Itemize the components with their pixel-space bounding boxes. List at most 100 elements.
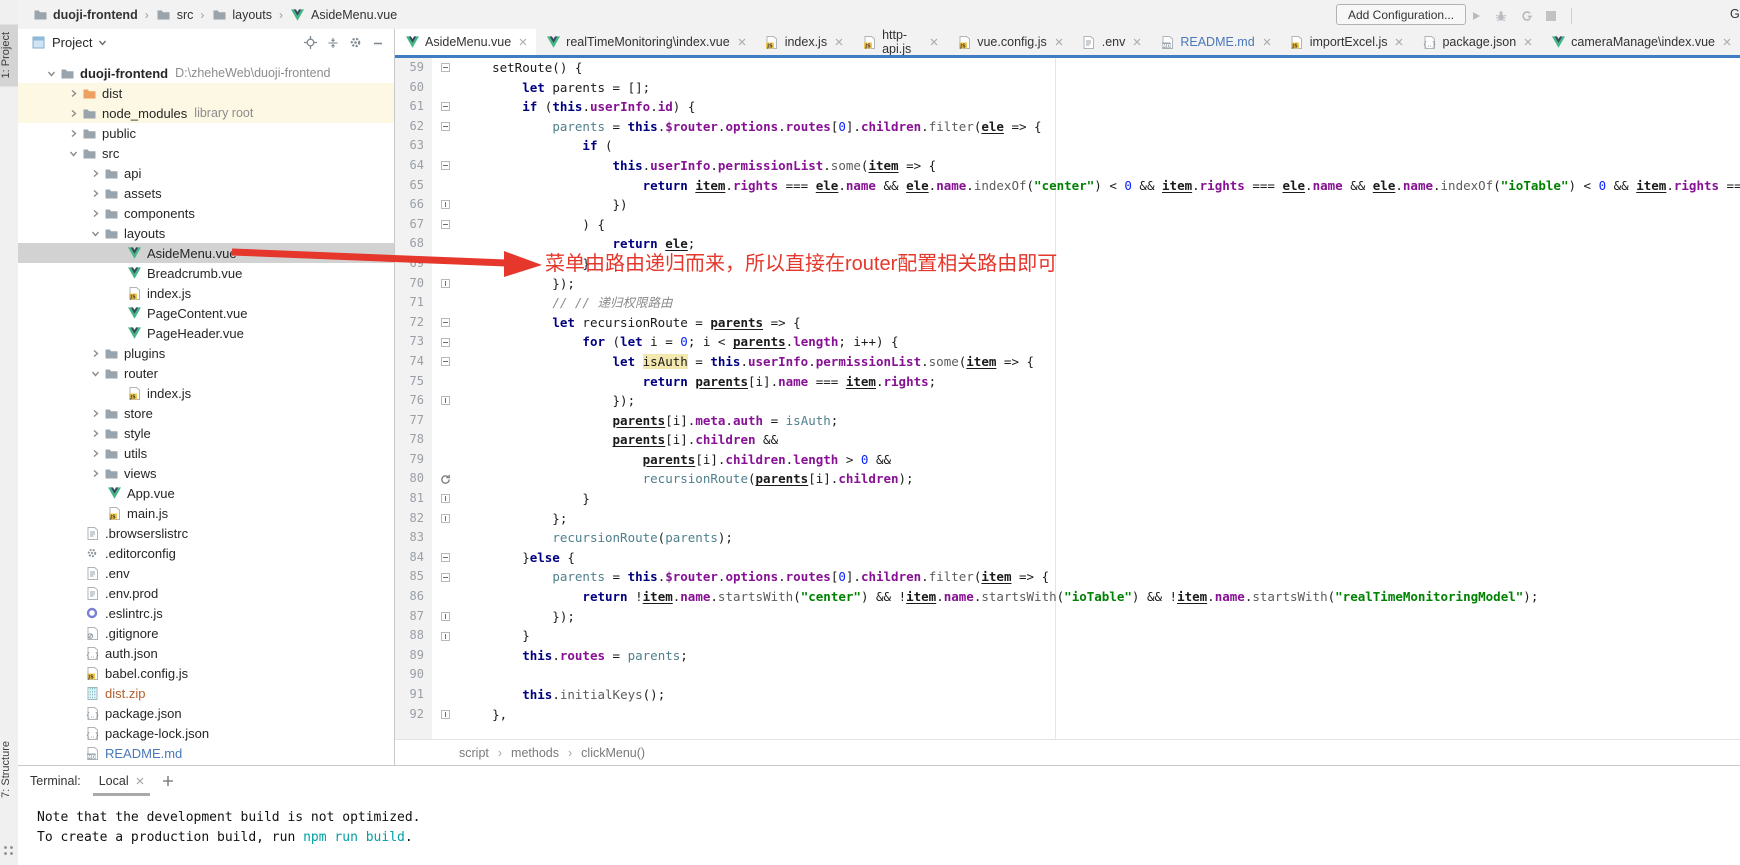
fold-end-icon[interactable] xyxy=(441,632,450,641)
tree-item[interactable]: utils xyxy=(18,443,394,463)
fold-end-icon[interactable] xyxy=(441,494,450,503)
code-line[interactable]: 81 } xyxy=(395,489,1740,509)
tree-item[interactable]: components xyxy=(18,203,394,223)
tree-item[interactable]: PageContent.vue xyxy=(18,303,394,323)
fold-marker-icon[interactable] xyxy=(441,357,450,366)
code-line[interactable]: 75 return parents[i].name === item.right… xyxy=(395,372,1740,392)
editor-tab[interactable]: MDREADME.md xyxy=(1150,29,1279,55)
gear-icon[interactable] xyxy=(347,34,364,51)
close-icon[interactable] xyxy=(835,38,843,46)
grid-icon[interactable] xyxy=(3,845,14,856)
editor-tab[interactable]: JSindex.js xyxy=(755,29,852,55)
stripe-tab-structure[interactable]: 7: Structure xyxy=(0,733,18,806)
hide-panel-icon[interactable] xyxy=(370,35,386,51)
code-line[interactable]: 87 }); xyxy=(395,607,1740,627)
chevron-down-icon[interactable] xyxy=(44,69,59,78)
code-line[interactable]: 73 for (let i = 0; i < parents.length; i… xyxy=(395,332,1740,352)
code-line[interactable]: 70 }); xyxy=(395,274,1740,294)
code-line[interactable]: 78 parents[i].children && xyxy=(395,430,1740,450)
code-line[interactable]: 61 if (this.userInfo.id) { xyxy=(395,97,1740,117)
editor-tab[interactable]: realTimeMonitoring\index.vue xyxy=(536,29,755,55)
fold-marker-icon[interactable] xyxy=(441,161,450,170)
locate-file-icon[interactable] xyxy=(302,34,319,51)
tree-item[interactable]: MDREADME.md xyxy=(18,743,394,763)
run-icon[interactable] xyxy=(1470,10,1482,22)
tree-item[interactable]: JSmain.js xyxy=(18,503,394,523)
fold-end-icon[interactable] xyxy=(441,612,450,621)
tree-item[interactable]: store xyxy=(18,403,394,423)
code-line[interactable]: 71 // // 递归权限路由 xyxy=(395,293,1740,313)
tree-item[interactable]: dist xyxy=(18,83,394,103)
chevron-down-icon[interactable] xyxy=(66,149,81,158)
code-line[interactable]: 88 } xyxy=(395,626,1740,646)
close-icon[interactable] xyxy=(1395,38,1403,46)
code-line[interactable]: 85 parents = this.$router.options.routes… xyxy=(395,567,1740,587)
fold-marker-icon[interactable] xyxy=(441,338,450,347)
tree-item[interactable]: public xyxy=(18,123,394,143)
stop-icon[interactable] xyxy=(1546,11,1556,21)
code-line[interactable]: 62 parents = this.$router.options.routes… xyxy=(395,117,1740,137)
tree-item[interactable]: JSindex.js xyxy=(18,283,394,303)
terminal-tab-local[interactable]: Local xyxy=(97,766,146,796)
collapse-all-icon[interactable] xyxy=(325,35,341,51)
code-line[interactable]: 80 recursionRoute(parents[i].children); xyxy=(395,469,1740,489)
tree-item[interactable]: plugins xyxy=(18,343,394,363)
tree-item[interactable]: views xyxy=(18,463,394,483)
chevron-right-icon[interactable] xyxy=(66,109,81,118)
chevron-right-icon[interactable] xyxy=(88,469,103,478)
code-line[interactable]: 59 setRoute() { xyxy=(395,58,1740,78)
tree-item[interactable]: Breadcrumb.vue xyxy=(18,263,394,283)
close-icon[interactable] xyxy=(1133,38,1141,46)
close-icon[interactable] xyxy=(136,777,144,785)
code-viewport[interactable]: 59 setRoute() {60 let parents = [];61 if… xyxy=(395,58,1740,740)
code-line[interactable]: 77 parents[i].meta.auth = isAuth; xyxy=(395,411,1740,431)
editor-tab[interactable]: cameraManage\index.vue xyxy=(1541,29,1740,55)
close-icon[interactable] xyxy=(1524,38,1532,46)
editor-tab[interactable]: AsideMenu.vue xyxy=(395,29,536,55)
tree-item[interactable]: api xyxy=(18,163,394,183)
new-terminal-tab-icon[interactable] xyxy=(162,775,174,787)
code-line[interactable]: 89 this.routes = parents; xyxy=(395,646,1740,666)
editor-tab[interactable]: JSvue.config.js xyxy=(947,29,1071,55)
tree-item[interactable]: assets xyxy=(18,183,394,203)
tree-item[interactable]: {..}package.json xyxy=(18,703,394,723)
project-panel-title[interactable]: Project xyxy=(52,35,92,50)
code-line[interactable]: 83 recursionRoute(parents); xyxy=(395,528,1740,548)
code-line[interactable]: 86 return !item.name.startsWith("center"… xyxy=(395,587,1740,607)
chevron-right-icon[interactable] xyxy=(88,169,103,178)
editor-tab[interactable]: .env xyxy=(1072,29,1151,55)
fold-marker-icon[interactable] xyxy=(441,318,450,327)
tree-item[interactable]: .gitignore xyxy=(18,623,394,643)
code-line[interactable]: 84 }else { xyxy=(395,548,1740,568)
code-line[interactable]: 91 this.initialKeys(); xyxy=(395,685,1740,705)
tree-item[interactable]: AsideMenu.vue xyxy=(18,243,394,263)
code-line[interactable]: 66 }) xyxy=(395,195,1740,215)
tree-item[interactable]: .env xyxy=(18,563,394,583)
chevron-right-icon[interactable] xyxy=(88,349,103,358)
code-line[interactable]: 76 }); xyxy=(395,391,1740,411)
code-line[interactable]: 90 xyxy=(395,665,1740,685)
chevron-down-icon[interactable] xyxy=(98,38,107,47)
run-with-coverage-icon[interactable] xyxy=(1520,10,1533,22)
tree-item[interactable]: style xyxy=(18,423,394,443)
tree-item[interactable]: layouts xyxy=(18,223,394,243)
tree-item[interactable]: node_moduleslibrary root xyxy=(18,103,394,123)
close-icon[interactable] xyxy=(930,38,938,46)
code-line[interactable]: 79 parents[i].children.length > 0 && xyxy=(395,450,1740,470)
code-breadcrumb-item[interactable]: methods xyxy=(511,746,559,760)
fold-marker-icon[interactable] xyxy=(441,122,450,131)
editor-tab[interactable]: JSimportExcel.js xyxy=(1280,29,1413,55)
fold-marker-icon[interactable] xyxy=(441,220,450,229)
fold-marker-icon[interactable] xyxy=(441,553,450,562)
breadcrumb-item[interactable]: duoji-frontend xyxy=(32,8,138,22)
tree-item[interactable]: .eslintrc.js xyxy=(18,603,394,623)
editor-tab[interactable]: {..}package.json xyxy=(1412,29,1541,55)
close-icon[interactable] xyxy=(519,38,527,46)
breadcrumb-item[interactable]: AsideMenu.vue xyxy=(290,8,397,22)
chevron-right-icon[interactable] xyxy=(88,449,103,458)
fold-end-icon[interactable] xyxy=(441,710,450,719)
code-line[interactable]: 63 if ( xyxy=(395,136,1740,156)
fold-end-icon[interactable] xyxy=(441,514,450,523)
chevron-down-icon[interactable] xyxy=(88,369,103,378)
tree-item[interactable]: .browserslistrc xyxy=(18,523,394,543)
